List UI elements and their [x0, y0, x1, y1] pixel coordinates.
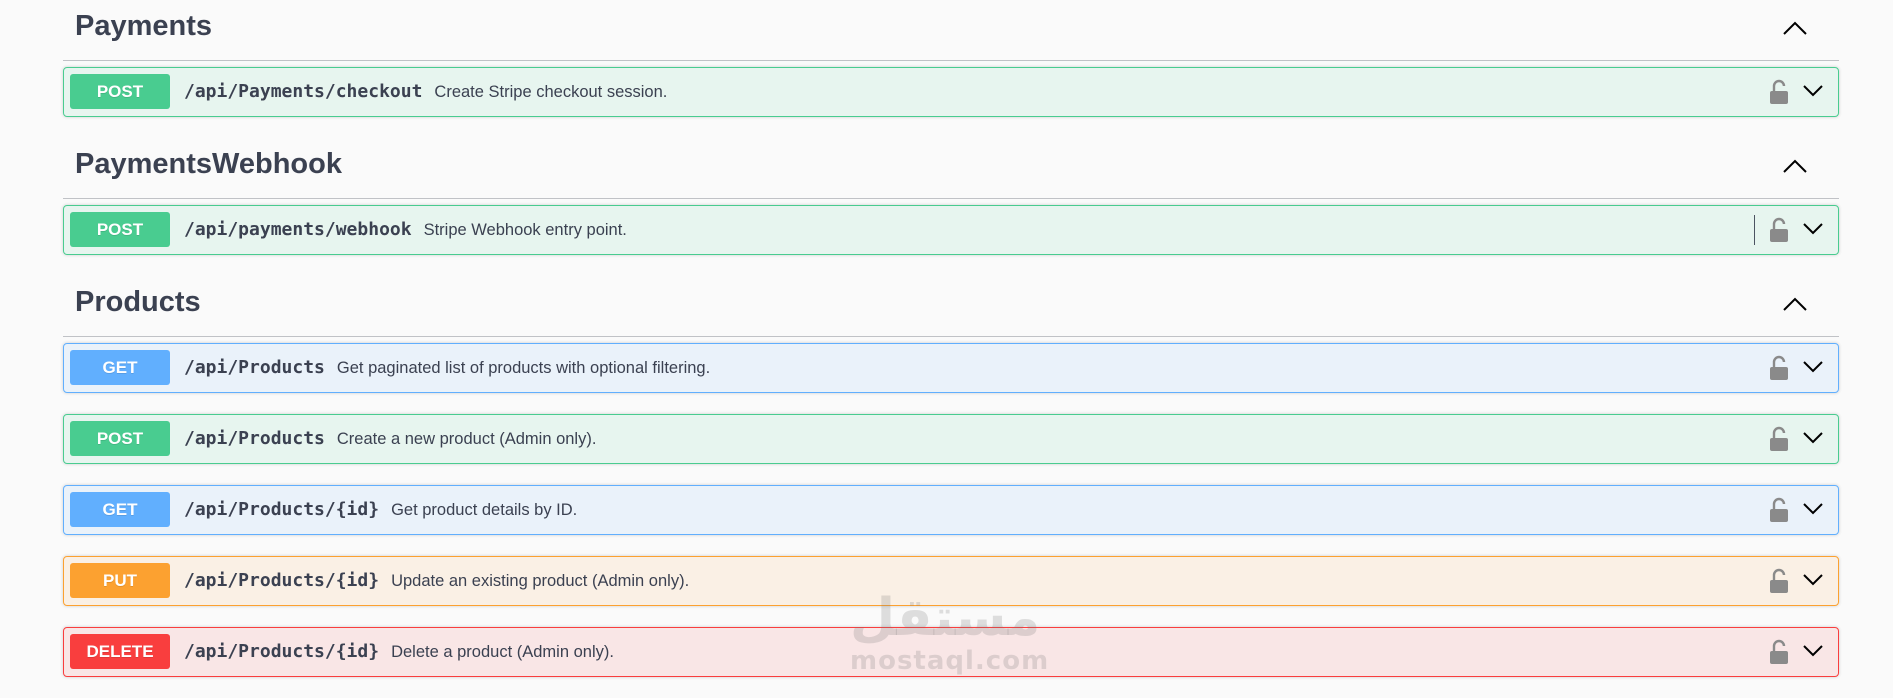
unlocked-padlock-icon[interactable] — [1768, 79, 1790, 105]
operation-put-product-by-id[interactable]: PUT /api/Products/{id} Update an existing… — [63, 556, 1839, 606]
tag-header-payments[interactable]: Payments — [63, 0, 1839, 61]
tag-header-paymentswebhook[interactable]: PaymentsWebhook — [63, 138, 1839, 199]
operation-path: /api/Products/{id} Update an existing pro… — [184, 557, 689, 605]
tag-section-products: Products GET /api/Products Get paginated … — [63, 276, 1839, 677]
unlocked-padlock-icon[interactable] — [1768, 639, 1790, 665]
operation-summary: Create Stripe checkout session. — [434, 83, 668, 101]
operation-summary: Create a new product (Admin only). — [336, 430, 597, 448]
method-badge: PUT — [70, 563, 170, 598]
operation-path: /api/Products Get paginated list of produ… — [184, 344, 710, 392]
operation-path: /api/Payments/checkout Create Stripe chec… — [184, 68, 667, 116]
path-text: /api/Products/{id} — [184, 641, 380, 662]
chevron-down-icon[interactable] — [1802, 430, 1824, 446]
tag-header-products[interactable]: Products — [63, 276, 1839, 337]
tag-section-paymentswebhook: PaymentsWebhook POST /api/payments/webho… — [63, 138, 1839, 255]
tag-title: Products — [75, 286, 201, 318]
path-text: /api/Products — [184, 428, 325, 449]
path-text: /api/payments/webhook — [184, 219, 412, 240]
tag-section-payments: Payments POST /api/Payments/checkout Crea… — [63, 0, 1839, 117]
chevron-down-icon[interactable] — [1802, 572, 1824, 588]
unlocked-padlock-icon[interactable] — [1768, 426, 1790, 452]
method-badge: POST — [70, 421, 170, 456]
operation-summary: Stripe Webhook entry point. — [423, 221, 627, 239]
operation-path: /api/Products/{id} Delete a product (Admi… — [184, 628, 614, 676]
chevron-up-icon[interactable] — [1781, 156, 1809, 176]
operation-post-payments-webhook[interactable]: POST /api/payments/webhook Stripe Webhook… — [63, 205, 1839, 255]
tag-title: PaymentsWebhook — [75, 148, 342, 180]
tag-title: Payments — [75, 10, 213, 42]
path-text: /api/Products/{id} — [184, 499, 380, 520]
divider — [1754, 215, 1755, 245]
chevron-up-icon[interactable] — [1781, 294, 1809, 314]
method-badge: GET — [70, 492, 170, 527]
method-badge: DELETE — [70, 634, 170, 669]
method-badge: POST — [70, 74, 170, 109]
method-badge: POST — [70, 212, 170, 247]
operation-path: /api/Products/{id} Get product details by… — [184, 486, 577, 534]
unlocked-padlock-icon[interactable] — [1768, 355, 1790, 381]
method-badge: GET — [70, 350, 170, 385]
operation-summary: Update an existing product (Admin only). — [391, 572, 690, 590]
operation-summary: Get paginated list of products with opti… — [336, 359, 711, 377]
operation-summary: Delete a product (Admin only). — [391, 643, 614, 661]
chevron-down-icon[interactable] — [1802, 643, 1824, 659]
chevron-down-icon[interactable] — [1802, 501, 1824, 517]
swagger-operations-list: Payments POST /api/Payments/checkout Crea… — [63, 0, 1839, 698]
unlocked-padlock-icon[interactable] — [1768, 217, 1790, 243]
unlocked-padlock-icon[interactable] — [1768, 497, 1790, 523]
operation-path: /api/Products Create a new product (Admin… — [184, 415, 596, 463]
operation-post-payments-checkout[interactable]: POST /api/Payments/checkout Create Stripe… — [63, 67, 1839, 117]
path-text: /api/Products/{id} — [184, 570, 380, 591]
path-text: /api/Payments/checkout — [184, 81, 423, 102]
operation-delete-product-by-id[interactable]: DELETE /api/Products/{id} Delete a produc… — [63, 627, 1839, 677]
path-text: /api/Products — [184, 357, 325, 378]
operation-summary: Get product details by ID. — [391, 501, 578, 519]
chevron-up-icon[interactable] — [1781, 18, 1809, 38]
operation-path: /api/payments/webhook Stripe Webhook entr… — [184, 206, 627, 254]
unlocked-padlock-icon[interactable] — [1768, 568, 1790, 594]
operation-get-products[interactable]: GET /api/Products Get paginated list of p… — [63, 343, 1839, 393]
chevron-down-icon[interactable] — [1802, 359, 1824, 375]
chevron-down-icon[interactable] — [1802, 221, 1824, 237]
operation-post-products[interactable]: POST /api/Products Create a new product (… — [63, 414, 1839, 464]
operation-get-product-by-id[interactable]: GET /api/Products/{id} Get product detail… — [63, 485, 1839, 535]
chevron-down-icon[interactable] — [1802, 83, 1824, 99]
